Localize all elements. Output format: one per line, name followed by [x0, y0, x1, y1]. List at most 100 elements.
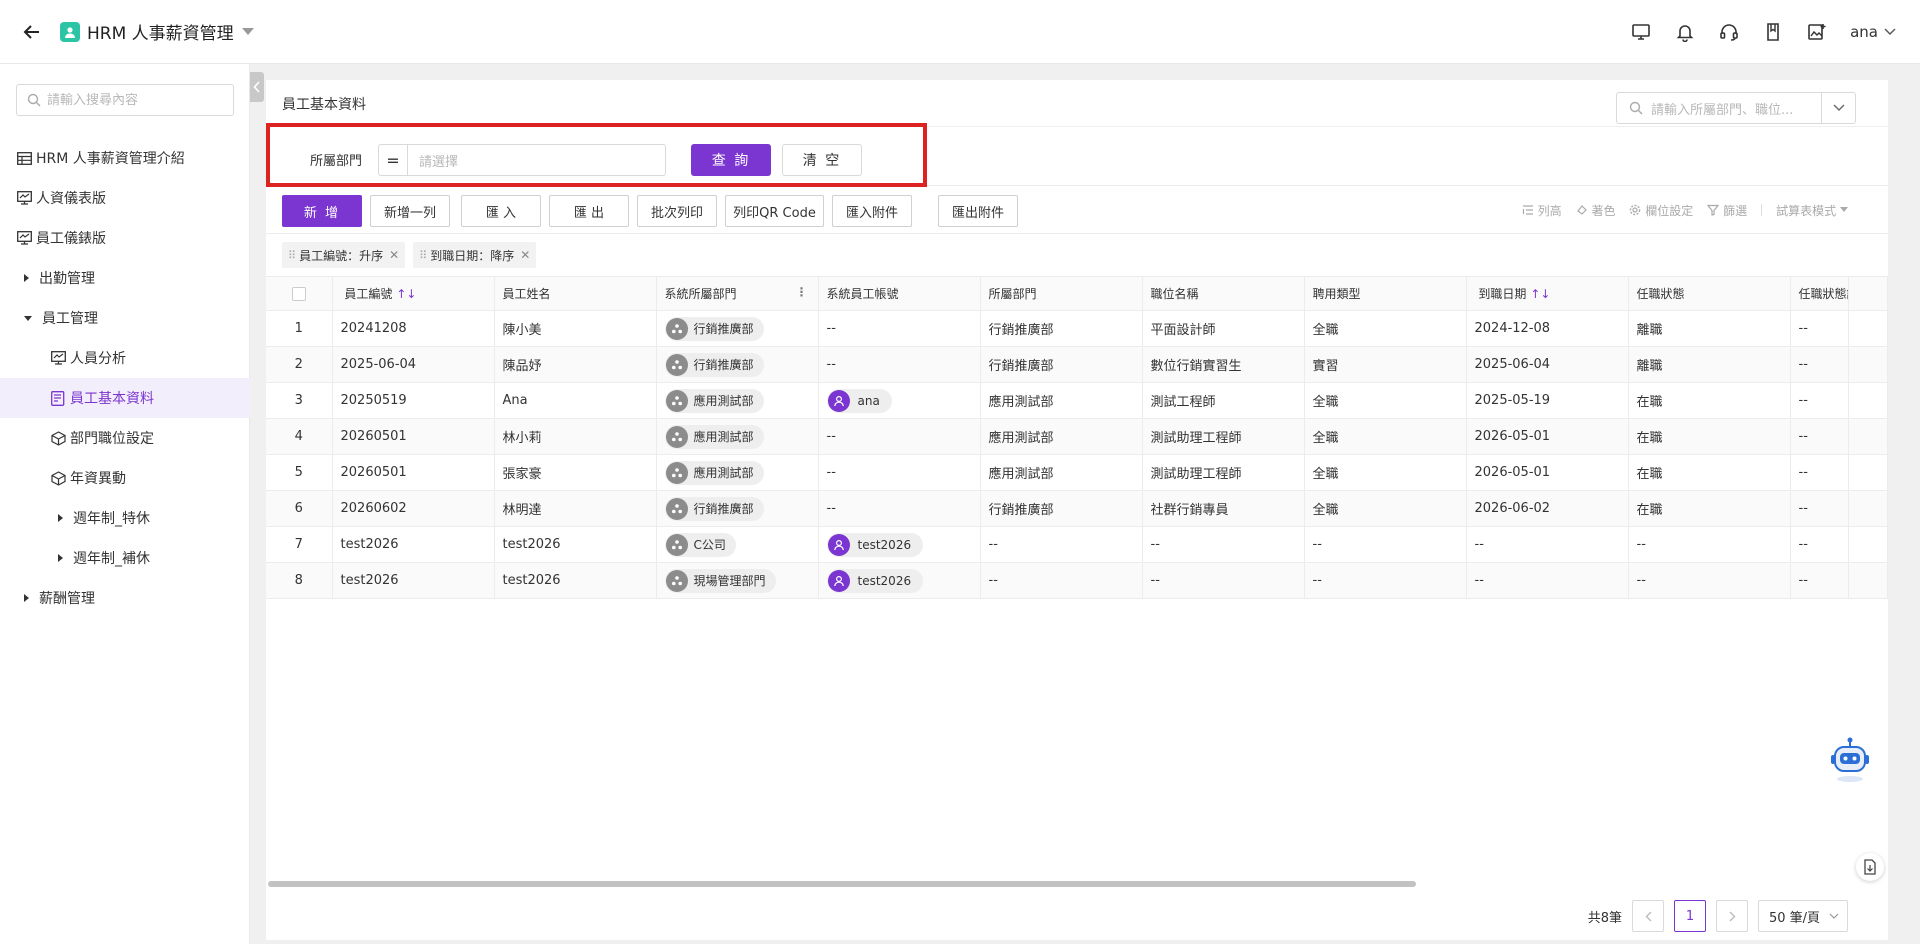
- cell-position[interactable]: 數位行銷實習生: [1142, 346, 1305, 383]
- cell-hire-date[interactable]: 2025-06-04: [1466, 346, 1629, 383]
- user-menu-chevron-down-icon[interactable]: [1884, 25, 1896, 40]
- cell-status-note[interactable]: --: [1790, 310, 1849, 347]
- cell-dept[interactable]: 應用測試部: [980, 454, 1143, 491]
- account-chip[interactable]: test2026: [826, 532, 924, 557]
- cell-status-note[interactable]: --: [1790, 526, 1849, 563]
- sidebar-item-hr-dashboard[interactable]: 人資儀表版: [0, 178, 250, 218]
- table-row[interactable]: 3 20250519 Ana 應用測試部 ana 應用測試部 測試工程師 全職 2025-05-…: [266, 382, 1888, 419]
- cell-dept[interactable]: 應用測試部: [980, 382, 1143, 419]
- print-qr-button[interactable]: 列印QR Code: [725, 195, 824, 227]
- table-row[interactable]: 6 20260602 林明達 行銷推廣部 -- 行銷推廣部 社群行銷專員 全職 2026-06-…: [266, 490, 1888, 527]
- account-chip[interactable]: ana: [826, 388, 892, 413]
- next-page-button[interactable]: [1716, 900, 1748, 932]
- book-icon[interactable]: [1762, 21, 1784, 43]
- cell-status-note[interactable]: --: [1790, 490, 1849, 527]
- cell-employment-type[interactable]: 全職: [1304, 418, 1467, 455]
- page-button-current[interactable]: 1: [1674, 900, 1706, 932]
- cell-status-note[interactable]: --: [1790, 562, 1849, 599]
- dept-chip[interactable]: 應用測試部: [664, 388, 764, 413]
- cell-system-account[interactable]: test2026: [818, 526, 981, 563]
- cell-system-account[interactable]: --: [818, 418, 981, 455]
- horizontal-scrollbar[interactable]: [268, 881, 1416, 887]
- column-header-employee-name[interactable]: 員工姓名: [494, 276, 657, 311]
- sort-tag[interactable]: ⠿ 到職日期：降序 ✕: [413, 242, 537, 268]
- sheet-mode-tool[interactable]: 試算表模式: [1776, 202, 1848, 219]
- sidebar-item-employee-management[interactable]: 員工管理: [0, 298, 250, 338]
- cell-hire-date[interactable]: 2025-05-19: [1466, 382, 1629, 419]
- cell-row-number[interactable]: 2: [266, 346, 333, 383]
- drag-handle-icon[interactable]: ⠿: [419, 249, 427, 262]
- cell-row-number[interactable]: 1: [266, 310, 333, 347]
- table-row[interactable]: 4 20260501 林小莉 應用測試部 -- 應用測試部 測試助理工程師 全職 2026-05…: [266, 418, 1888, 455]
- cell-position[interactable]: 社群行銷專員: [1142, 490, 1305, 527]
- cell-dept[interactable]: 行銷推廣部: [980, 490, 1143, 527]
- dept-chip[interactable]: C公司: [664, 532, 736, 557]
- table-row[interactable]: 2 2025-06-04 陳品妤 行銷推廣部 -- 行銷推廣部 數位行銷實習生 實習 2025-…: [266, 346, 1888, 383]
- cell-employee-name[interactable]: test2026: [494, 526, 657, 563]
- cell-employee-id[interactable]: test2026: [332, 526, 495, 563]
- cell-status-note[interactable]: --: [1790, 346, 1849, 383]
- sidebar-item-anniversary-comp-leave[interactable]: 週年制_補休: [0, 538, 250, 578]
- column-header-status-note[interactable]: 任職狀態說明: [1790, 276, 1849, 311]
- sidebar-item-dept-position-settings[interactable]: 部門職位設定: [0, 418, 250, 458]
- sidebar-item-personnel-analysis[interactable]: 人員分析: [0, 338, 250, 378]
- dept-chip[interactable]: 行銷推廣部: [664, 496, 764, 521]
- cell-dept[interactable]: 行銷推廣部: [980, 346, 1143, 383]
- cell-row-number[interactable]: 4: [266, 418, 333, 455]
- field-settings-tool[interactable]: 欄位設定: [1629, 202, 1693, 219]
- cell-system-account[interactable]: ana: [818, 382, 981, 419]
- cell-system-dept[interactable]: 應用測試部: [656, 454, 819, 491]
- cell-position[interactable]: 平面設計師: [1142, 310, 1305, 347]
- cell-row-number[interactable]: 5: [266, 454, 333, 491]
- column-header-position[interactable]: 職位名稱: [1142, 276, 1305, 311]
- cell-system-account[interactable]: test2026: [818, 562, 981, 599]
- close-icon[interactable]: ✕: [520, 248, 530, 262]
- dept-chip[interactable]: 行銷推廣部: [664, 352, 764, 377]
- cell-hire-date[interactable]: 2026-05-01: [1466, 418, 1629, 455]
- sidebar-collapse-toggle[interactable]: [250, 72, 264, 102]
- image-edit-icon[interactable]: [1806, 21, 1828, 43]
- cell-employment-type[interactable]: --: [1304, 526, 1467, 563]
- cell-status[interactable]: 在職: [1628, 454, 1791, 491]
- cell-employment-type[interactable]: 全職: [1304, 490, 1467, 527]
- sidebar-item-attendance[interactable]: 出勤管理: [0, 258, 250, 298]
- sidebar-item-seniority-changes[interactable]: 年資異動: [0, 458, 250, 498]
- table-row[interactable]: 8 test2026 test2026 現場管理部門 test2026 -- -- -- -- -…: [266, 562, 1888, 599]
- cell-system-account[interactable]: --: [818, 454, 981, 491]
- prev-page-button[interactable]: [1632, 900, 1664, 932]
- import-button[interactable]: 匯 入: [461, 195, 541, 227]
- page-search-placeholder[interactable]: 請輸入所屬部門、職位...: [1651, 99, 1821, 118]
- cell-employee-name[interactable]: Ana: [494, 382, 657, 419]
- batch-print-button[interactable]: 批次列印: [637, 195, 717, 227]
- account-chip[interactable]: test2026: [826, 568, 924, 593]
- cell-row-number[interactable]: 8: [266, 562, 333, 599]
- cell-employee-name[interactable]: 陳品妤: [494, 346, 657, 383]
- cell-system-dept[interactable]: 應用測試部: [656, 418, 819, 455]
- drag-handle-icon[interactable]: ⠿: [288, 249, 296, 262]
- cell-system-dept[interactable]: 行銷推廣部: [656, 346, 819, 383]
- cell-status-note[interactable]: --: [1790, 418, 1849, 455]
- cell-system-dept[interactable]: 行銷推廣部: [656, 310, 819, 347]
- cell-dept[interactable]: --: [980, 526, 1143, 563]
- cell-employee-id[interactable]: 2025-06-04: [332, 346, 495, 383]
- cell-status[interactable]: 離職: [1628, 310, 1791, 347]
- cell-dept[interactable]: 應用測試部: [980, 418, 1143, 455]
- cell-status[interactable]: 在職: [1628, 382, 1791, 419]
- cell-position[interactable]: --: [1142, 526, 1305, 563]
- back-arrow-icon[interactable]: [22, 22, 42, 42]
- export-file-icon[interactable]: [1856, 853, 1884, 881]
- cell-row-number[interactable]: 6: [266, 490, 333, 527]
- cell-status[interactable]: 在職: [1628, 418, 1791, 455]
- cell-system-account[interactable]: --: [818, 310, 981, 347]
- cell-employee-id[interactable]: 20260602: [332, 490, 495, 527]
- dept-chip[interactable]: 應用測試部: [664, 460, 764, 485]
- column-header-employment-type[interactable]: 聘用類型: [1304, 276, 1467, 311]
- column-header-system-account[interactable]: 系統員工帳號: [818, 276, 981, 311]
- table-row[interactable]: 5 20260501 張家豪 應用測試部 -- 應用測試部 測試助理工程師 全職 2026-05…: [266, 454, 1888, 491]
- column-menu-icon[interactable]: ⋮: [796, 285, 808, 299]
- cell-status[interactable]: --: [1628, 526, 1791, 563]
- cell-position[interactable]: 測試工程師: [1142, 382, 1305, 419]
- import-attachment-button[interactable]: 匯入附件: [832, 195, 912, 227]
- select-all-checkbox[interactable]: [291, 286, 306, 301]
- monitor-icon[interactable]: [1630, 21, 1652, 43]
